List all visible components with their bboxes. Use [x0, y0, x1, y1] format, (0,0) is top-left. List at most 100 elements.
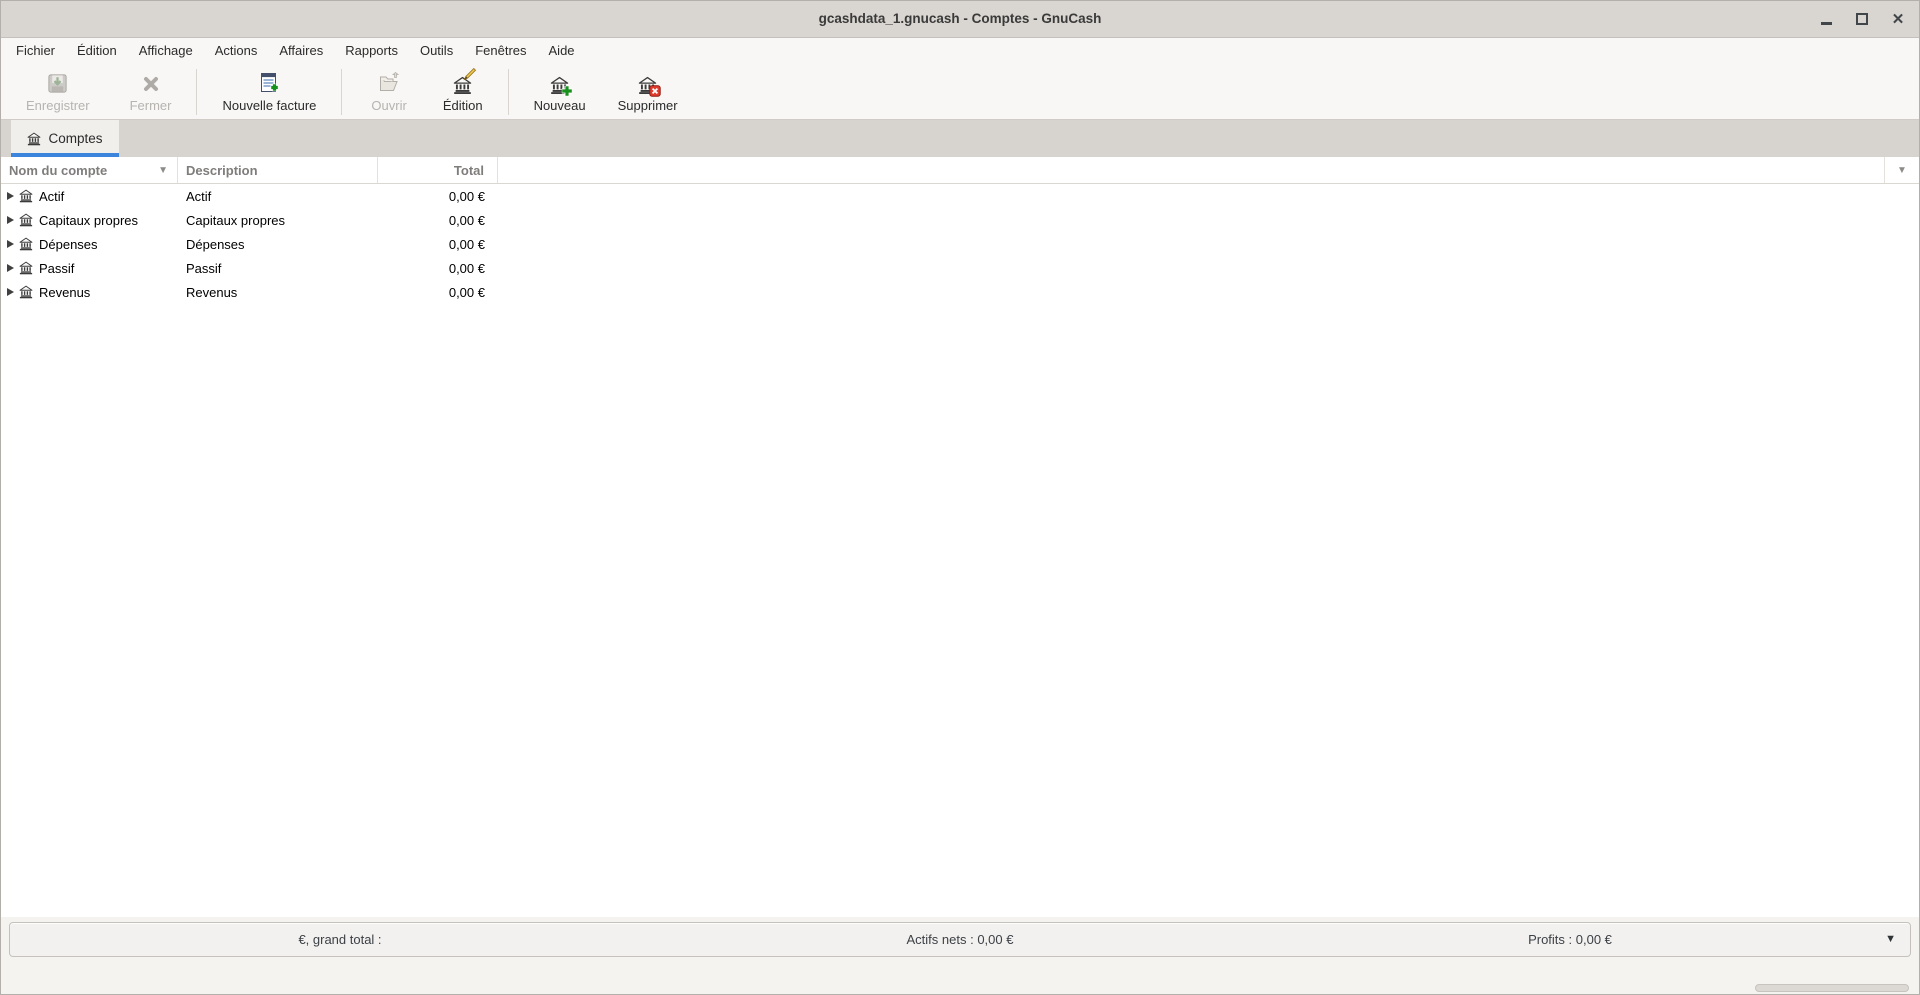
minimize-button[interactable] — [1815, 8, 1837, 30]
menu-rapports[interactable]: Rapports — [334, 38, 409, 64]
account-description: Capitaux propres — [186, 212, 285, 228]
account-name: Dépenses — [39, 236, 98, 252]
expander-icon[interactable] — [7, 288, 14, 296]
table-row-revenus[interactable]: Revenus Revenus 0,00 € — [1, 280, 1919, 304]
column-header-description-label: Description — [186, 162, 258, 178]
sort-desc-arrow-icon: ▼ — [158, 164, 168, 176]
close-tab-button[interactable]: Fermer — [117, 68, 185, 116]
account-total: 0,00 € — [448, 236, 485, 252]
menu-fenetres[interactable]: Fenêtres — [464, 38, 537, 64]
menu-affaires[interactable]: Affaires — [268, 38, 334, 64]
bank-icon — [27, 132, 41, 146]
open-button[interactable]: Ouvrir — [358, 68, 419, 116]
menu-outils[interactable]: Outils — [409, 38, 464, 64]
column-header-total[interactable]: Total — [378, 157, 498, 183]
toolbar-separator — [196, 68, 198, 115]
bank-icon — [19, 213, 33, 227]
toolbar-separator — [507, 68, 509, 115]
delete-account-icon — [638, 71, 661, 97]
menu-actions[interactable]: Actions — [204, 38, 269, 64]
table-row-depenses[interactable]: Dépenses Dépenses 0,00 € — [1, 232, 1919, 256]
progress-bar — [1755, 984, 1909, 992]
profits-value: Profits : 0,00 € — [1528, 932, 1612, 947]
account-name: Capitaux propres — [39, 212, 138, 228]
new-invoice-label: Nouvelle facture — [222, 97, 317, 113]
bank-icon — [19, 261, 33, 275]
window-title: gcashdata_1.gnucash - Comptes - GnuCash — [818, 11, 1102, 26]
accounts-tree: Actif Actif 0,00 € Capitaux propres Capi… — [1, 184, 1919, 917]
table-row-capitaux-propres[interactable]: Capitaux propres Capitaux propres 0,00 € — [1, 208, 1919, 232]
window-controls: ✕ — [1815, 1, 1909, 37]
title-bar: gcashdata_1.gnucash - Comptes - GnuCash … — [1, 1, 1919, 38]
new-account-label: Nouveau — [533, 97, 586, 113]
account-name: Passif — [39, 260, 75, 276]
account-total: 0,00 € — [448, 260, 485, 276]
column-header-description[interactable]: Description — [178, 157, 378, 183]
column-header-total-label: Total — [453, 162, 484, 178]
table-row-actif[interactable]: Actif Actif 0,00 € — [1, 184, 1919, 208]
column-header-account-name[interactable]: Nom du compte ▼ — [1, 157, 178, 183]
gnucash-window: gcashdata_1.gnucash - Comptes - GnuCash … — [0, 0, 1920, 995]
bank-icon — [19, 189, 33, 203]
maximize-icon — [1856, 13, 1868, 25]
column-header-account-name-label: Nom du compte — [9, 162, 108, 178]
expander-icon[interactable] — [7, 264, 14, 272]
account-name-cell: Actif — [1, 189, 178, 204]
expander-icon[interactable] — [7, 192, 14, 200]
expander-icon[interactable] — [7, 240, 14, 248]
status-bar-area: €, grand total : Actifs nets : 0,00 € Pr… — [1, 917, 1919, 994]
account-description: Passif — [186, 260, 222, 276]
account-description: Actif — [186, 188, 212, 204]
account-name-cell: Revenus — [1, 285, 178, 300]
account-name-cell: Capitaux propres — [1, 213, 178, 228]
toolbar: Enregistrer Fermer Nouvelle facture Ouvr… — [1, 64, 1919, 120]
close-tab-label: Fermer — [129, 97, 172, 113]
new-invoice-button[interactable]: Nouvelle facture — [209, 68, 329, 116]
delete-account-label: Supprimer — [617, 97, 678, 113]
account-name-cell: Passif — [1, 261, 178, 276]
menu-aide[interactable]: Aide — [538, 38, 586, 64]
toolbar-separator — [341, 68, 343, 115]
table-row-passif[interactable]: Passif Passif 0,00 € — [1, 256, 1919, 280]
tab-strip: Comptes — [1, 120, 1919, 157]
bank-icon — [19, 237, 33, 251]
minimize-icon — [1820, 21, 1832, 25]
bank-icon — [19, 285, 33, 299]
account-name: Actif — [39, 188, 65, 204]
account-name: Revenus — [39, 284, 91, 300]
account-total: 0,00 € — [448, 188, 485, 204]
column-picker-button[interactable]: ▼ — [1885, 157, 1919, 183]
account-description: Dépenses — [186, 236, 245, 252]
maximize-button[interactable] — [1851, 8, 1873, 30]
new-invoice-icon — [257, 71, 281, 95]
accounts-table-header: Nom du compte ▼ Description Total ▼ — [1, 157, 1919, 184]
account-name-cell: Dépenses — [1, 237, 178, 252]
tab-comptes[interactable]: Comptes — [11, 120, 119, 157]
account-total: 0,00 € — [448, 284, 485, 300]
tab-comptes-label: Comptes — [48, 131, 103, 146]
chevron-down-icon: ▼ — [1897, 164, 1907, 176]
save-icon — [46, 71, 69, 95]
summary-dropdown-arrow[interactable]: ▼ — [1885, 923, 1896, 956]
menu-bar: Fichier Édition Affichage Actions Affair… — [1, 38, 1919, 64]
edit-account-icon — [453, 67, 477, 95]
close-button[interactable]: ✕ — [1887, 8, 1909, 30]
new-account-button[interactable]: Nouveau — [521, 68, 599, 116]
close-x-icon — [141, 71, 161, 95]
open-label: Ouvrir — [371, 97, 407, 113]
edit-account-label: Édition — [442, 97, 483, 113]
menu-edition[interactable]: Édition — [66, 38, 128, 64]
menu-affichage[interactable]: Affichage — [128, 38, 204, 64]
edit-account-button[interactable]: Édition — [430, 67, 496, 116]
menu-fichier[interactable]: Fichier — [5, 38, 66, 64]
save-button[interactable]: Enregistrer — [13, 68, 103, 116]
column-header-spacer — [498, 157, 1885, 183]
open-folder-icon — [377, 71, 401, 95]
expander-icon[interactable] — [7, 216, 14, 224]
account-total: 0,00 € — [448, 212, 485, 228]
account-description: Revenus — [186, 284, 238, 300]
new-account-icon — [550, 71, 573, 96]
close-icon: ✕ — [1891, 10, 1905, 28]
summary-bar: €, grand total : Actifs nets : 0,00 € Pr… — [9, 922, 1911, 957]
delete-account-button[interactable]: Supprimer — [605, 68, 691, 116]
